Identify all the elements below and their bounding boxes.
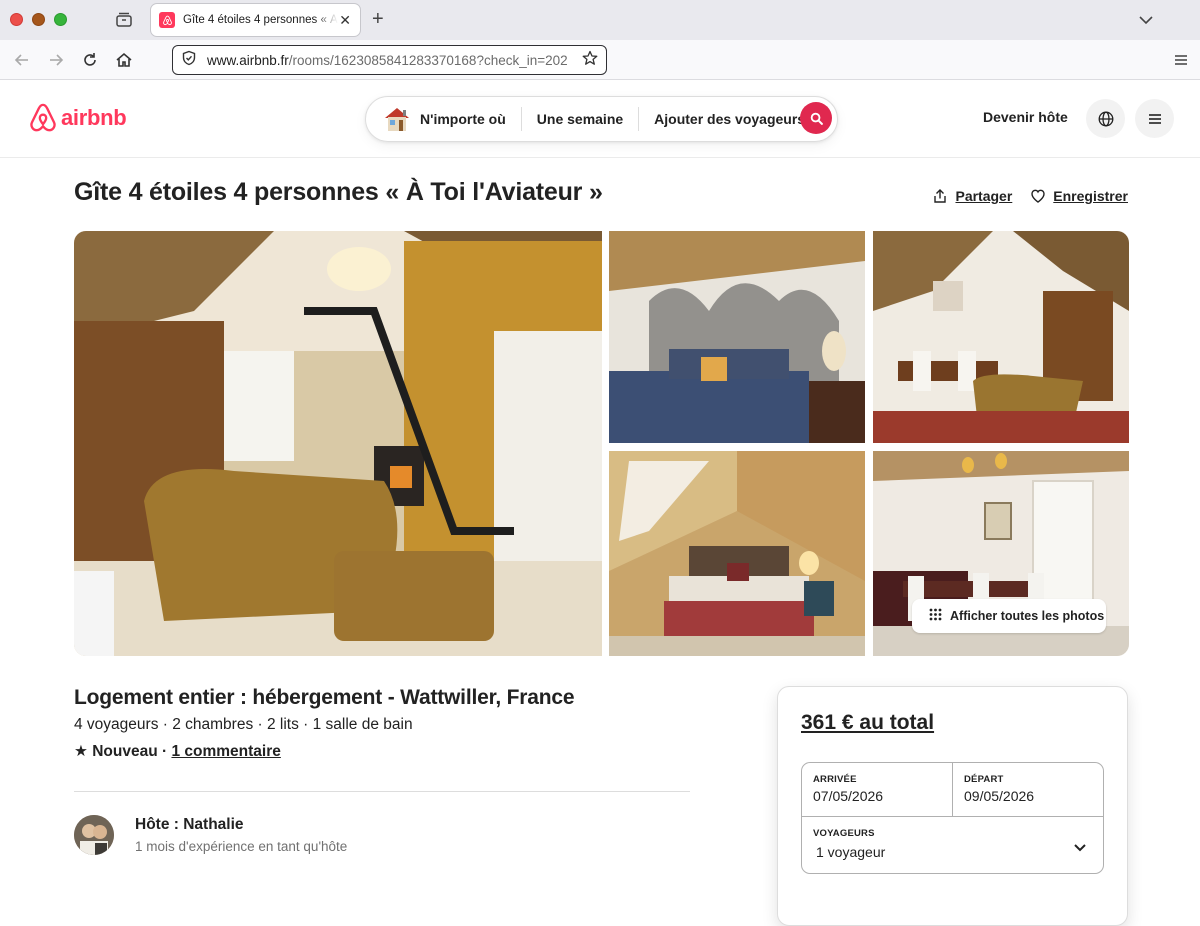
window-close-button[interactable] — [10, 13, 23, 26]
search-guests[interactable]: Ajouter des voyageurs — [639, 111, 820, 127]
window-zoom-button[interactable] — [54, 13, 67, 26]
listing-subtitle: Logement entier : hébergement - Wattwill… — [74, 686, 575, 709]
url-bar[interactable]: www.airbnb.fr/rooms/1623085841283370168?… — [172, 45, 607, 75]
bookmark-star-icon[interactable] — [582, 50, 598, 71]
heart-icon — [1031, 189, 1045, 203]
host-experience: 1 mois d'expérience en tant qu'hôte — [135, 839, 348, 854]
host-avatar[interactable] — [74, 815, 114, 855]
search-week[interactable]: Une semaine — [522, 111, 638, 127]
save-button[interactable]: Enregistrer — [1030, 188, 1128, 204]
checkout-label: DÉPART — [964, 774, 1004, 785]
tab-title: Gîte 4 étoiles 4 personnes « À Toi l'Avi… — [183, 14, 338, 26]
host-name: Hôte : Nathalie — [135, 816, 244, 833]
active-tab[interactable]: Gîte 4 étoiles 4 personnes « À Toi l'Avi… — [150, 3, 361, 37]
listing-title: Gîte 4 étoiles 4 personnes « À Toi l'Avi… — [74, 178, 603, 206]
browser-menu-icon[interactable] — [1174, 53, 1188, 72]
url-host: www.airbnb.fr — [207, 52, 289, 68]
checkout-field[interactable]: DÉPART 09/05/2026 — [953, 763, 1104, 817]
reload-icon[interactable] — [80, 50, 100, 70]
guests-label: VOYAGEURS — [813, 828, 875, 839]
checkout-value: 09/05/2026 — [964, 788, 1035, 804]
booking-inputs: ARRIVÉE 07/05/2026 DÉPART 09/05/2026 VOY… — [801, 762, 1104, 874]
show-all-photos-button[interactable]: Afficher toutes les photos — [912, 599, 1106, 633]
search-anywhere[interactable]: N'importe où — [412, 111, 521, 127]
rating-line: ★ Nouveau · 1 commentaire — [74, 742, 281, 761]
section-divider — [74, 791, 690, 792]
share-label: Partager — [955, 188, 1013, 204]
save-label: Enregistrer — [1053, 188, 1128, 204]
star-icon: ★ — [74, 743, 88, 760]
become-host-link[interactable]: Devenir hôte — [983, 109, 1068, 125]
checkin-label: ARRIVÉE — [813, 774, 857, 785]
photo-bedroom-1[interactable] — [609, 231, 865, 443]
back-arrow-icon[interactable] — [12, 50, 32, 70]
tab-close-icon[interactable]: ✕ — [338, 12, 352, 29]
airbnb-logo[interactable]: airbnb — [28, 102, 127, 134]
tab-manager-icon[interactable] — [114, 10, 134, 30]
show-all-photos-label: Afficher toutes les photos — [950, 609, 1105, 623]
reviews-link[interactable]: 1 commentaire — [171, 743, 280, 760]
guests-field[interactable]: VOYAGEURS 1 voyageur — [802, 817, 1103, 875]
new-tab-icon[interactable]: + — [372, 9, 384, 29]
airbnb-belo-icon — [30, 103, 56, 132]
airbnb-favicon-icon — [159, 12, 175, 28]
url-text: www.airbnb.fr/rooms/1623085841283370168?… — [207, 53, 567, 68]
user-menu-button[interactable] — [1135, 99, 1174, 138]
title-actions: Partager Enregistrer — [932, 188, 1128, 204]
listing-specs: 4 voyageurs · 2 chambres · 2 lits · 1 sa… — [74, 716, 413, 733]
site-header: airbnb N'importe où Une semaine Ajouter … — [0, 80, 1200, 158]
booking-card: 361 € au total ARRIVÉE 07/05/2026 DÉPART… — [777, 686, 1128, 926]
rating-new: Nouveau · — [92, 743, 172, 760]
chevron-down-icon[interactable] — [1072, 839, 1088, 860]
browser-tab-bar: Gîte 4 étoiles 4 personnes « À Toi l'Avi… — [0, 0, 1200, 40]
logo-wordmark: airbnb — [61, 105, 127, 130]
browser-nav-bar: www.airbnb.fr/rooms/1623085841283370168?… — [0, 40, 1200, 80]
grid-dots-icon — [929, 608, 942, 624]
dates-row: ARRIVÉE 07/05/2026 DÉPART 09/05/2026 — [802, 763, 1103, 817]
search-bar[interactable]: N'importe où Une semaine Ajouter des voy… — [365, 96, 838, 142]
language-button[interactable] — [1086, 99, 1125, 138]
globe-icon — [1098, 111, 1113, 126]
photo-dining-living[interactable] — [873, 231, 1129, 443]
total-price[interactable]: 361 € au total — [801, 711, 934, 735]
checkin-field[interactable]: ARRIVÉE 07/05/2026 — [802, 763, 953, 817]
house-icon — [382, 104, 412, 134]
chevron-down-icon[interactable] — [1136, 10, 1156, 30]
photo-living-room[interactable] — [74, 231, 602, 656]
home-icon[interactable] — [114, 50, 134, 70]
menu-icon — [1148, 113, 1161, 124]
shield-icon[interactable] — [181, 50, 197, 71]
window-minimize-button[interactable] — [32, 13, 45, 26]
search-button[interactable] — [800, 102, 832, 134]
share-button[interactable]: Partager — [932, 188, 1012, 204]
share-icon — [934, 189, 947, 203]
checkin-value: 07/05/2026 — [813, 788, 884, 804]
guests-value: 1 voyageur — [816, 844, 886, 860]
forward-arrow-icon[interactable] — [46, 50, 66, 70]
photo-bedroom-2[interactable] — [609, 451, 865, 656]
url-path: /rooms/1623085841283370168?check_in=2026… — [288, 52, 567, 68]
search-icon — [810, 112, 823, 125]
